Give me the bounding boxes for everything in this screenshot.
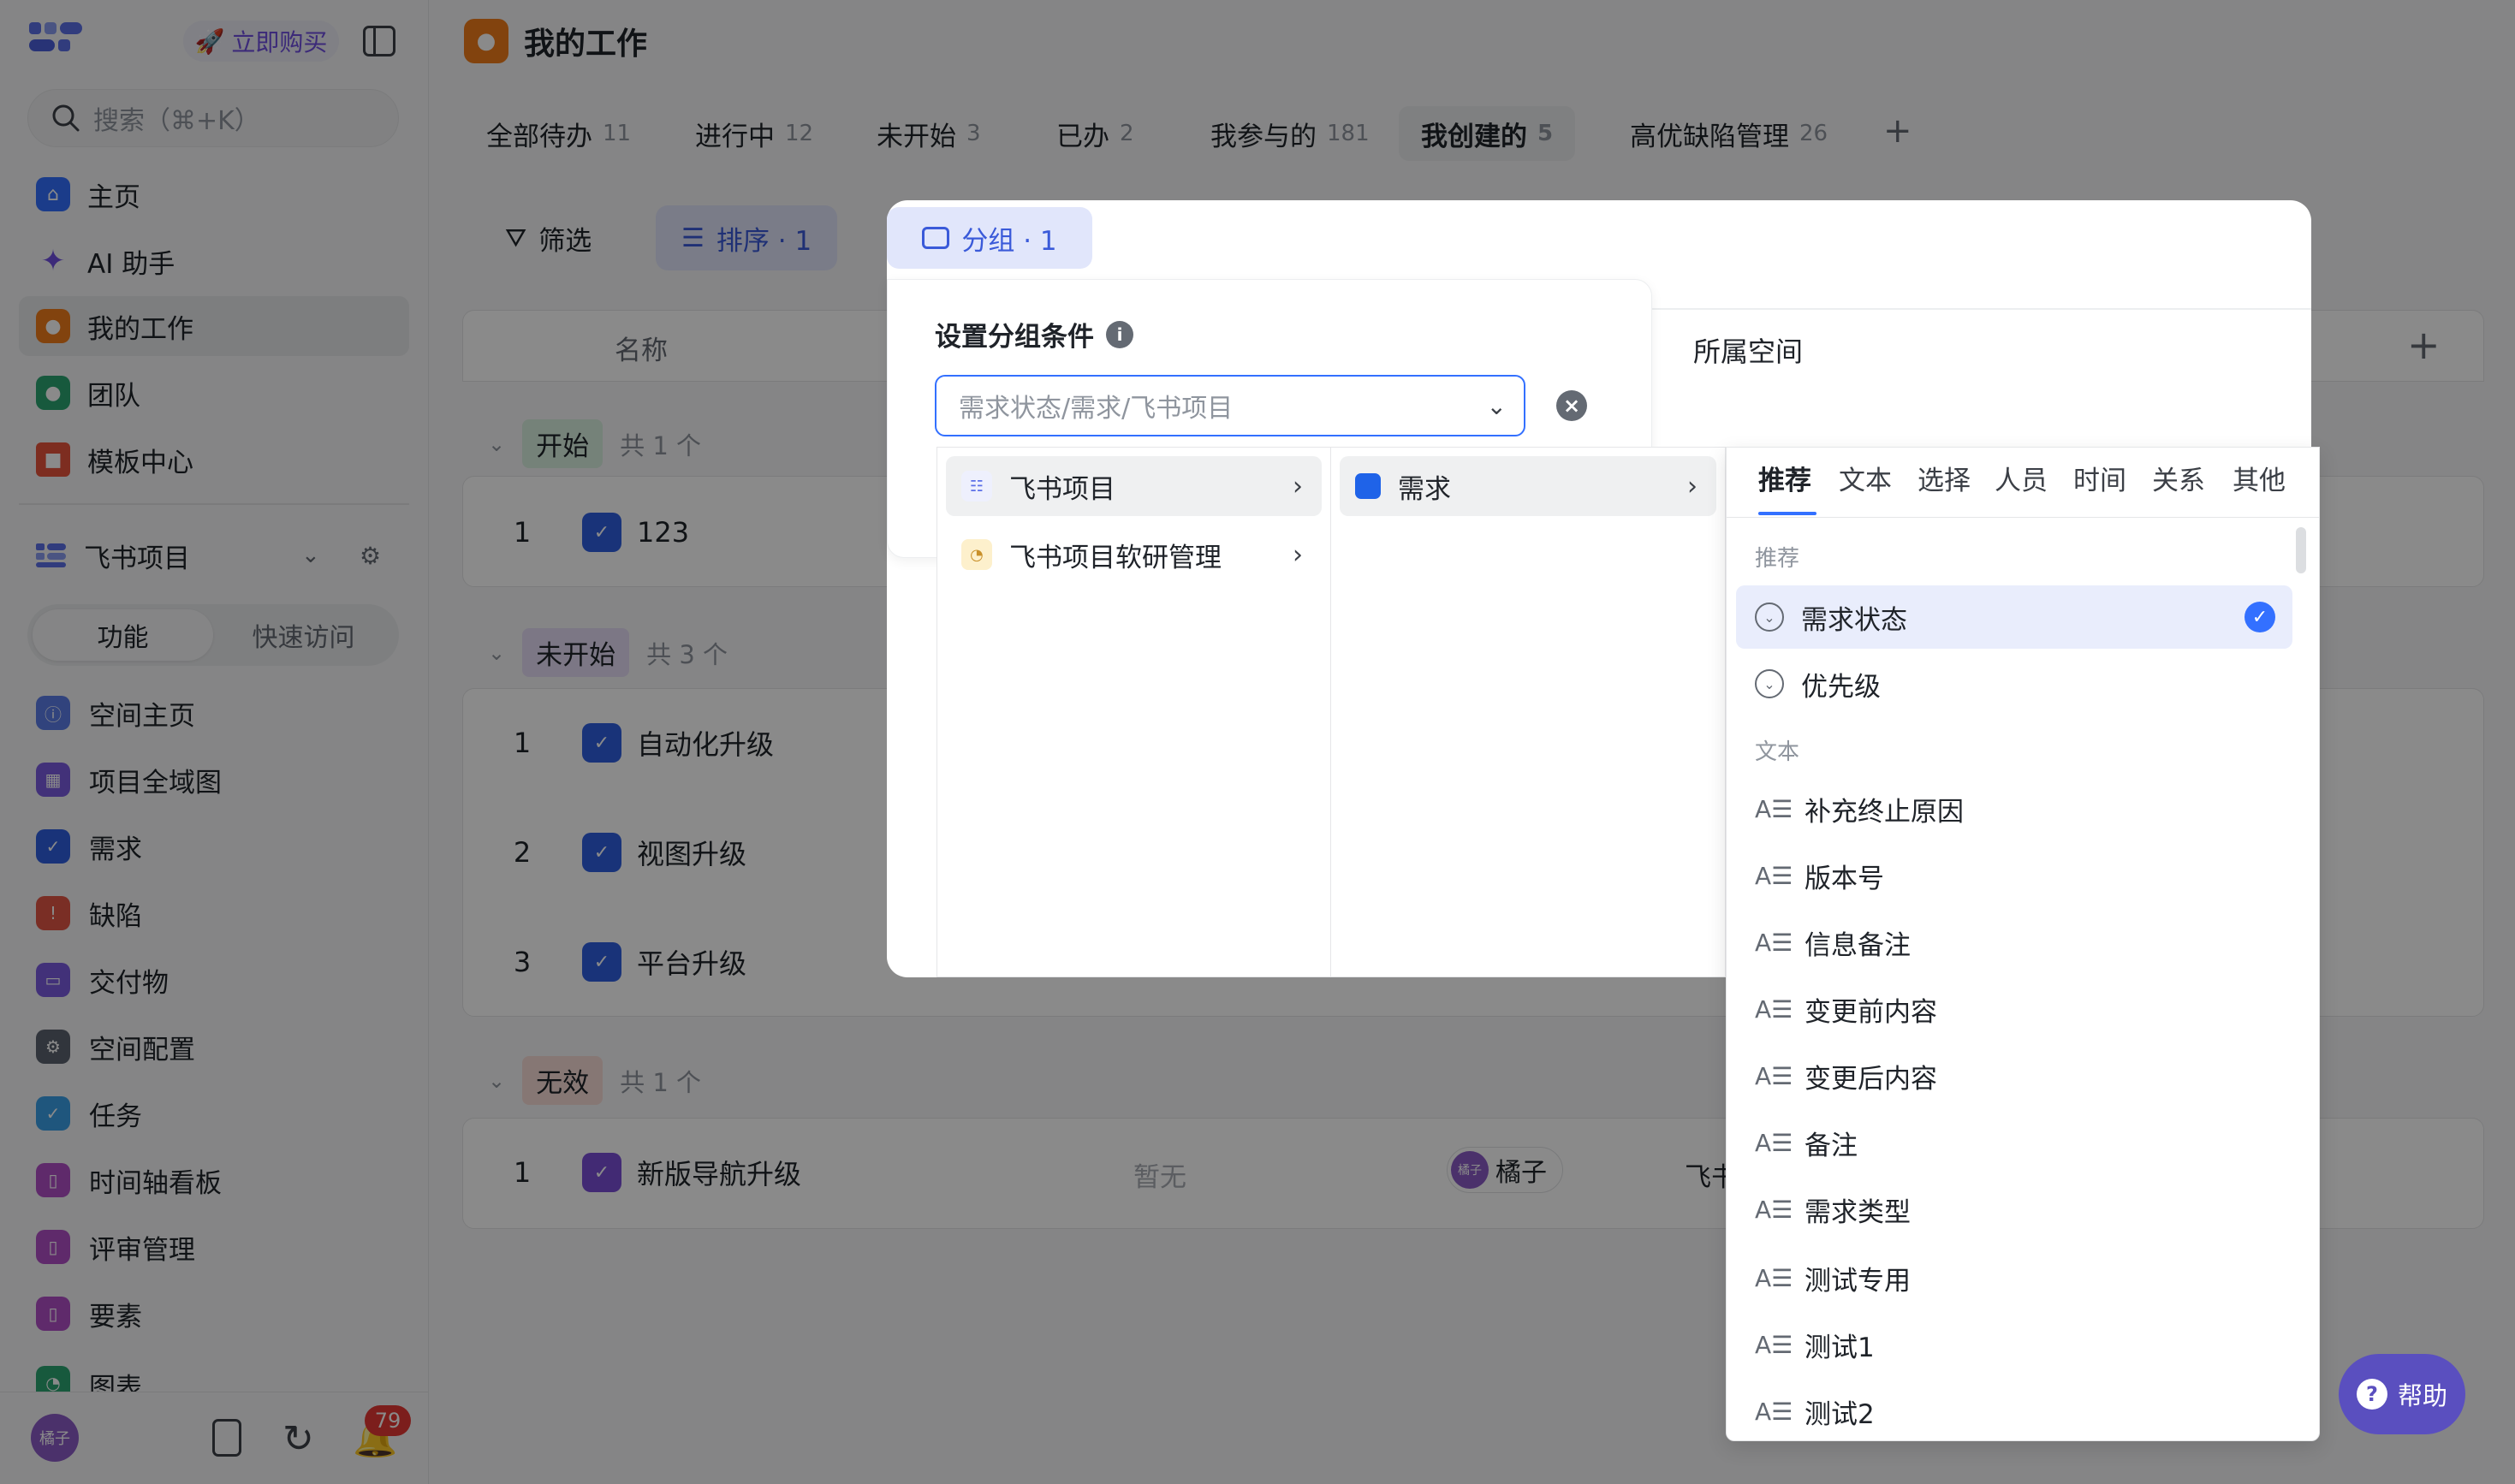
text-field-icon: A☰ (1755, 1061, 1793, 1090)
text-field-icon: A☰ (1755, 1263, 1793, 1292)
active-tab-indicator (1758, 512, 1816, 515)
field-option[interactable]: A☰ 测试1 (1736, 1313, 2292, 1376)
field-tab-relation[interactable]: 关系 (2152, 459, 2205, 497)
section-label-recommended: 推荐 (1755, 546, 1800, 572)
group-field-select[interactable]: 需求状态/需求/飞书项目 ⌄ (935, 375, 1525, 436)
requirement-square-icon (1355, 473, 1381, 499)
cascade-item-feishu-project[interactable]: ☷ 飞书项目 › (946, 456, 1322, 516)
column-space-header: 所属空间 (1693, 335, 1804, 368)
text-field-icon: A☰ (1755, 1195, 1793, 1224)
info-icon[interactable]: i (1106, 320, 1133, 348)
text-field-icon: A☰ (1755, 1397, 1793, 1426)
text-field-icon: A☰ (1755, 1330, 1793, 1359)
field-option[interactable]: ⌄ 需求状态 ✓ (1736, 585, 2292, 649)
status-dropdown-icon: ⌄ (1755, 603, 1784, 632)
field-option[interactable]: A☰ 测试专用 (1736, 1246, 2292, 1309)
field-option[interactable]: A☰ 信息备注 (1736, 911, 2292, 974)
field-tab-text[interactable]: 文本 (1839, 459, 1892, 497)
text-field-icon: A☰ (1755, 861, 1793, 890)
field-tab-select[interactable]: 选择 (1917, 459, 1971, 497)
group-layers-icon (922, 227, 950, 249)
cascade-level2: 需求 › (1330, 447, 1726, 977)
group-button[interactable]: 分组 · 1 (887, 207, 1092, 269)
cascade-level1: ☷ 飞书项目 › ◔ 飞书项目软研管理 › (936, 447, 1330, 977)
help-button[interactable]: ? 帮助 (2339, 1354, 2465, 1434)
field-tab-recommended[interactable]: 推荐 (1758, 459, 1811, 497)
cascade-item-rd-management[interactable]: ◔ 飞书项目软研管理 › (946, 525, 1322, 585)
text-field-icon: A☰ (1755, 994, 1793, 1024)
chevron-right-icon: › (1293, 539, 1303, 570)
field-option[interactable]: A☰ 变更前内容 (1736, 977, 2292, 1041)
field-option[interactable]: A☰ 变更后内容 (1736, 1044, 2292, 1107)
check-icon: ✓ (2244, 602, 2275, 632)
status-dropdown-icon: ⌄ (1755, 669, 1784, 698)
field-option[interactable]: A☰ 补充终止原因 (1736, 777, 2292, 840)
chevron-down-icon: ⌄ (1486, 391, 1507, 420)
text-field-icon: A☰ (1755, 794, 1793, 823)
question-icon: ? (2356, 1379, 2387, 1410)
text-field-icon: A☰ (1755, 1128, 1793, 1157)
group-condition-title: 设置分组条件 i (935, 315, 1133, 353)
chevron-right-icon: › (1293, 471, 1303, 502)
text-field-icon: A☰ (1755, 928, 1793, 957)
chevron-right-icon: › (1687, 471, 1697, 502)
modal-header-divider (1652, 308, 2311, 310)
field-tabs-divider (1726, 517, 2320, 518)
field-option[interactable]: A☰ 需求类型 (1736, 1178, 2292, 1241)
section-label-text: 文本 (1755, 739, 1800, 765)
field-option[interactable]: ⌄ 优先级 (1736, 652, 2292, 715)
field-option[interactable]: A☰ 版本号 (1736, 844, 2292, 907)
cascade-item-requirement[interactable]: 需求 › (1340, 456, 1716, 516)
project-logo-icon: ☷ (961, 471, 992, 502)
space-emoji-icon: ◔ (961, 539, 992, 570)
field-option[interactable]: A☰ 备注 (1736, 1111, 2292, 1174)
field-tab-other[interactable]: 其他 (2233, 459, 2286, 497)
field-option[interactable]: A☰ 测试2 (1736, 1380, 2292, 1443)
field-list-scrollbar[interactable] (2296, 527, 2306, 573)
field-tab-time[interactable]: 时间 (2073, 459, 2126, 497)
field-tab-people[interactable]: 人员 (1995, 459, 2048, 497)
clear-icon[interactable]: × (1556, 390, 1587, 421)
